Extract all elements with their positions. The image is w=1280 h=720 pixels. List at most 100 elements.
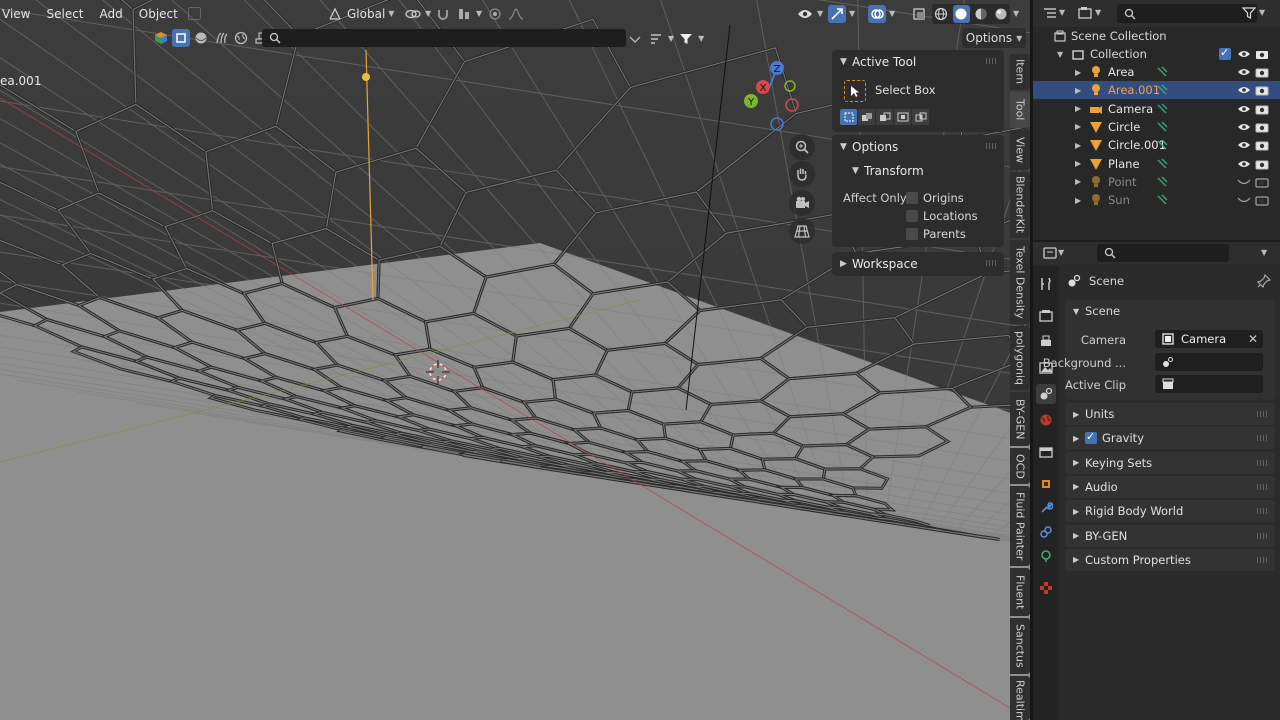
menu-select[interactable]: Select [38,7,91,21]
data-icon[interactable] [1153,100,1171,118]
eye-closed-icon[interactable] [1235,173,1253,191]
tab-world[interactable] [1036,410,1056,430]
dropdown-arrow-icon[interactable] [626,30,644,48]
chevron-down-icon[interactable]: ▼ [1261,248,1267,257]
data-icon[interactable] [1153,173,1171,191]
tab-render[interactable] [1036,306,1056,326]
chevron-right-icon[interactable]: ▶ [1075,104,1081,113]
select-new-icon[interactable] [840,109,857,125]
select-filter-icon[interactable] [172,29,190,47]
wireframe-shading-icon[interactable] [933,5,950,23]
background-field[interactable] [1155,353,1263,371]
render-camera-icon[interactable] [1253,81,1271,99]
render-camera-icon[interactable] [1253,100,1271,118]
properties-search-input[interactable] [1097,244,1229,262]
data-icon[interactable] [1153,118,1171,136]
drag-handle[interactable] [1257,459,1267,466]
eye-icon[interactable] [1235,155,1253,173]
tab-tool-settings[interactable] [1036,274,1056,294]
outliner-row[interactable]: ▶ Area [1033,63,1280,81]
scene-panel-header[interactable]: ▼ Scene [1065,300,1275,322]
select-subtract-icon[interactable] [876,109,893,125]
data-icon[interactable] [1153,63,1171,81]
checkbox-box[interactable] [906,192,918,204]
pan-button[interactable] [789,161,815,187]
falloff-icon[interactable] [507,5,525,23]
tab-ocd[interactable]: OCD [1010,448,1030,484]
menu-add[interactable]: Add [92,7,131,21]
chevron-down-icon[interactable]: ▼ [1057,50,1063,59]
menu-object[interactable]: Object [131,7,186,21]
data-icon[interactable] [1153,191,1171,209]
gizmo-toggle[interactable]: ▼ [828,4,855,23]
render-camera-icon[interactable] [1253,191,1271,209]
eye-icon[interactable] [1235,100,1253,118]
outliner-row[interactable]: ▶ Area.001 [1033,81,1280,100]
clear-icon[interactable]: ✕ [1248,332,1258,346]
chevron-right-icon[interactable]: ▶ [1075,177,1081,186]
tab-physics[interactable] [1036,522,1056,542]
outliner-search-input[interactable] [1117,4,1257,23]
checkbox-box[interactable] [906,210,918,222]
viewport-search-input[interactable] [262,29,626,47]
options-dropdown[interactable]: Options ▼ [962,28,1026,48]
eye-icon[interactable] [1235,45,1253,63]
properties-section[interactable]: ▶ Gravity [1065,427,1275,450]
render-camera-icon[interactable] [1253,45,1271,63]
locations-checkbox[interactable]: Locations [906,209,978,223]
drag-handle[interactable] [1257,556,1267,563]
tab-texel-density[interactable]: Texel Density [1010,240,1030,324]
sort-icon[interactable] [647,30,665,48]
filter-icon[interactable] [1240,4,1258,22]
select-intersect-icon[interactable] [912,109,929,125]
chevron-right-icon[interactable]: ▶ [1075,68,1081,77]
render-camera-icon[interactable] [1253,155,1271,173]
snap-toggle[interactable]: ▼ [434,4,482,23]
tab-modifiers[interactable] [1036,498,1056,518]
data-icon[interactable] [1153,136,1171,154]
eye-icon[interactable] [1235,81,1253,99]
chevron-right-icon[interactable]: ▶ [1075,196,1081,205]
drag-handle[interactable] [1257,483,1267,490]
properties-section[interactable]: ▶ Rigid Body World [1065,500,1275,523]
tab-collection[interactable] [1036,442,1056,462]
drag-handle[interactable] [1257,508,1267,515]
render-camera-icon[interactable] [1253,173,1271,191]
object-mode-icon[interactable] [152,29,170,47]
hair-icon[interactable] [212,29,230,47]
tab-tool[interactable]: Tool [1010,92,1030,128]
chevron-right-icon[interactable]: ▶ [1075,122,1081,131]
outliner-row[interactable]: ▶ Point [1033,173,1280,191]
gravity-checkbox[interactable] [1085,430,1097,445]
tab-texture[interactable] [1036,578,1056,598]
drag-handle[interactable] [1257,532,1267,539]
solid-shading-icon[interactable] [952,5,970,23]
outliner-row[interactable]: ▶ Sun [1033,191,1280,209]
drag-handle[interactable] [986,143,996,149]
3d-viewport[interactable]: Z X Y View Select Add Object Global ▼ ▼ [0,0,1030,720]
properties-section[interactable]: ▶ BY-GEN [1065,524,1275,547]
tab-sanctus[interactable]: Sanctus [1010,618,1030,674]
collection-row[interactable]: ▼ Collection [1033,45,1280,63]
select-box-tool-icon[interactable] [844,80,866,102]
collapse-menus-icon[interactable] [187,7,201,20]
transform-subheader[interactable]: ▼ Transform [832,159,1004,183]
workspace-header[interactable]: ▶ Workspace [832,252,1004,276]
zoom-button[interactable] [789,134,815,160]
display-mode-icon[interactable] [1076,4,1094,22]
tab-realtime[interactable]: Realtim [1010,676,1030,720]
eye-icon[interactable] [1235,118,1253,136]
camera-field[interactable]: Camera ✕ [1155,330,1263,348]
outliner-row[interactable]: ▶ Circle.001 [1033,136,1280,154]
menu-view[interactable]: View [0,7,38,21]
transform-orientation-dropdown[interactable]: Global ▼ [326,4,394,23]
tab-item[interactable]: Item [1010,54,1030,90]
tab-constraints[interactable] [1036,546,1056,566]
select-invert-icon[interactable] [894,109,911,125]
eye-icon[interactable] [1235,136,1253,154]
filter-icon[interactable] [677,30,695,48]
drag-handle[interactable] [1257,411,1267,417]
shading-modes[interactable] [932,4,1010,24]
eye-icon[interactable] [1235,63,1253,81]
filter-toolbar[interactable]: ▼ ▼ [626,29,704,48]
